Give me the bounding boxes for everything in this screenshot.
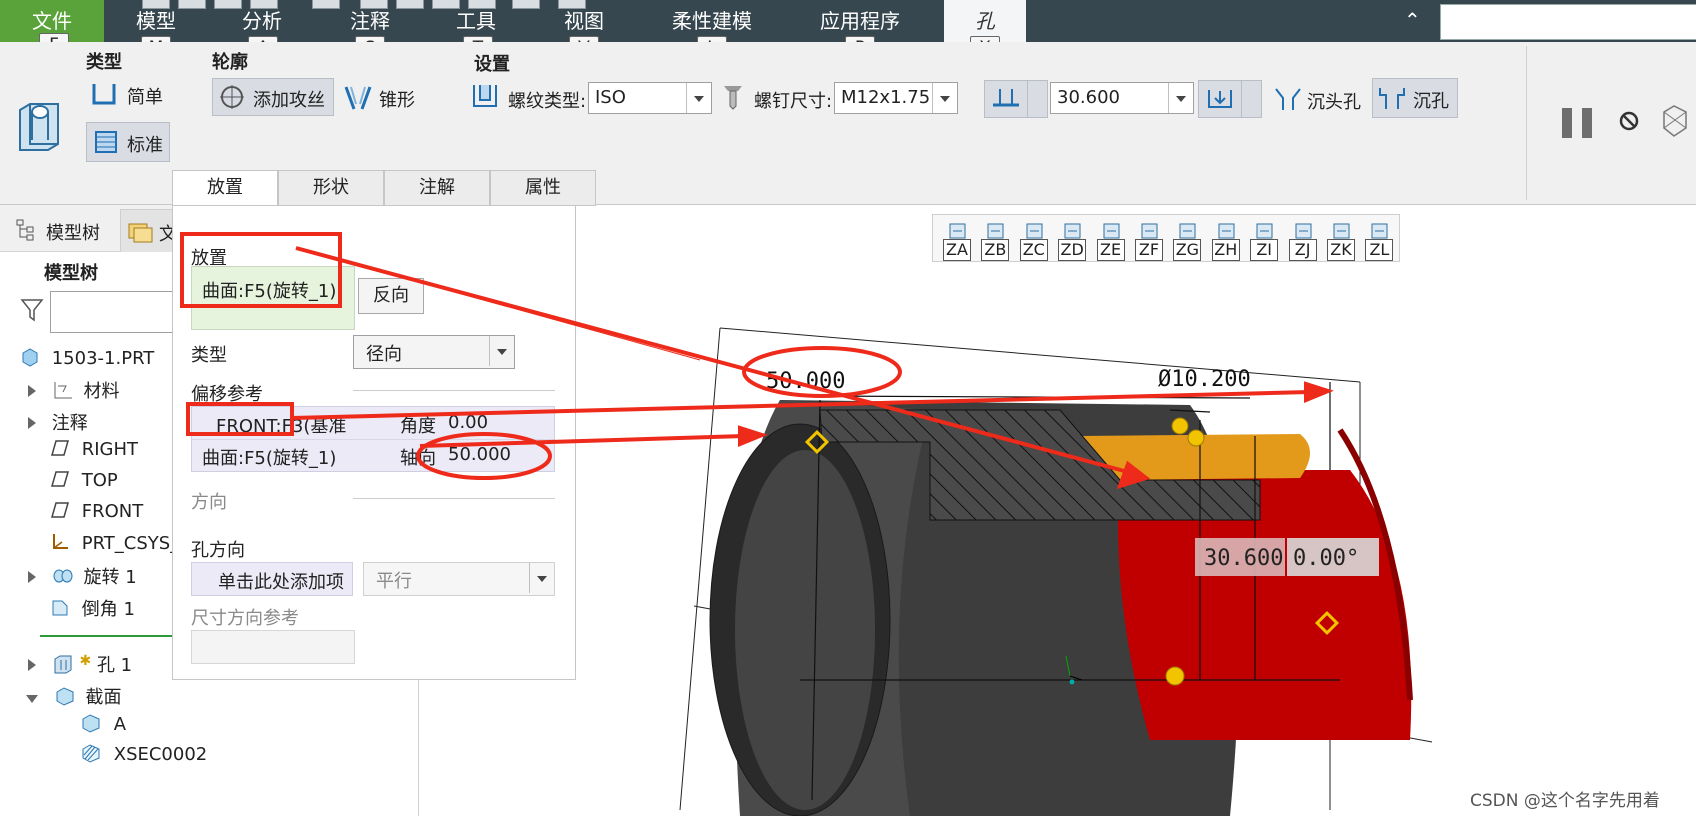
arrow-to-edge — [419, 434, 745, 448]
annotation-overlay — [180, 232, 1334, 490]
front-reference-highlight-box — [186, 402, 294, 436]
arrow-head — [738, 425, 768, 447]
placement-highlight-box — [180, 232, 342, 308]
arrow-head — [1304, 381, 1334, 403]
annotation-thin-line — [295, 247, 701, 361]
watermark-text: CSDN @这个名字先用着 — [1470, 791, 1660, 811]
arrow-head — [1116, 460, 1151, 490]
